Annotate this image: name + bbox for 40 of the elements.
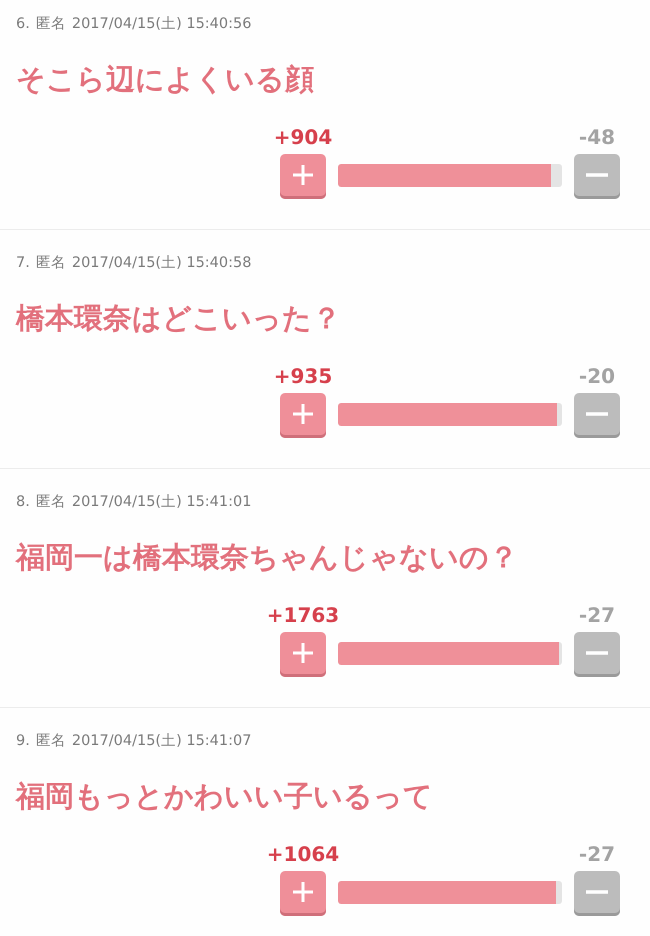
plus-button[interactable] bbox=[280, 393, 326, 438]
plus-count: +904 bbox=[274, 125, 332, 149]
plus-icon bbox=[292, 642, 314, 664]
minus-count: -48 bbox=[578, 125, 616, 149]
author-name: 匿名 bbox=[36, 254, 66, 272]
comment-number: 8. bbox=[16, 493, 30, 511]
comment-text: 福岡一は橋本環奈ちゃんじゃないの？ bbox=[16, 539, 519, 575]
comment-text: 橋本環奈はどこいった？ bbox=[16, 300, 342, 336]
plus-count: +935 bbox=[274, 364, 332, 388]
plus-button[interactable] bbox=[280, 154, 326, 199]
comment-number: 6. bbox=[16, 15, 30, 33]
post-date: 2017/04/15(土) 15:40:58 bbox=[72, 254, 252, 272]
post-date: 2017/04/15(土) 15:40:56 bbox=[72, 15, 252, 33]
minus-button[interactable] bbox=[574, 871, 620, 916]
comment-number: 7. bbox=[16, 254, 30, 272]
author-name: 匿名 bbox=[36, 493, 66, 511]
minus-icon bbox=[586, 890, 608, 894]
minus-count: -27 bbox=[578, 603, 616, 627]
comment-text: そこら辺によくいる顔 bbox=[16, 61, 315, 97]
minus-button[interactable] bbox=[574, 154, 620, 199]
post-date: 2017/04/15(土) 15:41:07 bbox=[72, 732, 252, 750]
author-name: 匿名 bbox=[36, 732, 66, 750]
minus-button[interactable] bbox=[574, 632, 620, 677]
plus-button[interactable] bbox=[280, 632, 326, 677]
minus-count: -27 bbox=[578, 842, 616, 866]
minus-icon bbox=[586, 651, 608, 655]
plus-button[interactable] bbox=[280, 871, 326, 916]
minus-count: -20 bbox=[578, 364, 616, 388]
author-name: 匿名 bbox=[36, 15, 66, 33]
post-date: 2017/04/15(土) 15:41:01 bbox=[72, 493, 252, 511]
plus-icon bbox=[292, 403, 314, 425]
plus-count: +1064 bbox=[266, 842, 340, 866]
plus-count: +1763 bbox=[266, 603, 340, 627]
minus-icon bbox=[586, 412, 608, 416]
minus-button[interactable] bbox=[574, 393, 620, 438]
comment-text: 福岡もっとかわいい子いるって bbox=[16, 778, 434, 814]
minus-icon bbox=[586, 173, 608, 177]
comment-number: 9. bbox=[16, 732, 30, 750]
plus-icon bbox=[292, 881, 314, 903]
plus-icon bbox=[292, 164, 314, 186]
